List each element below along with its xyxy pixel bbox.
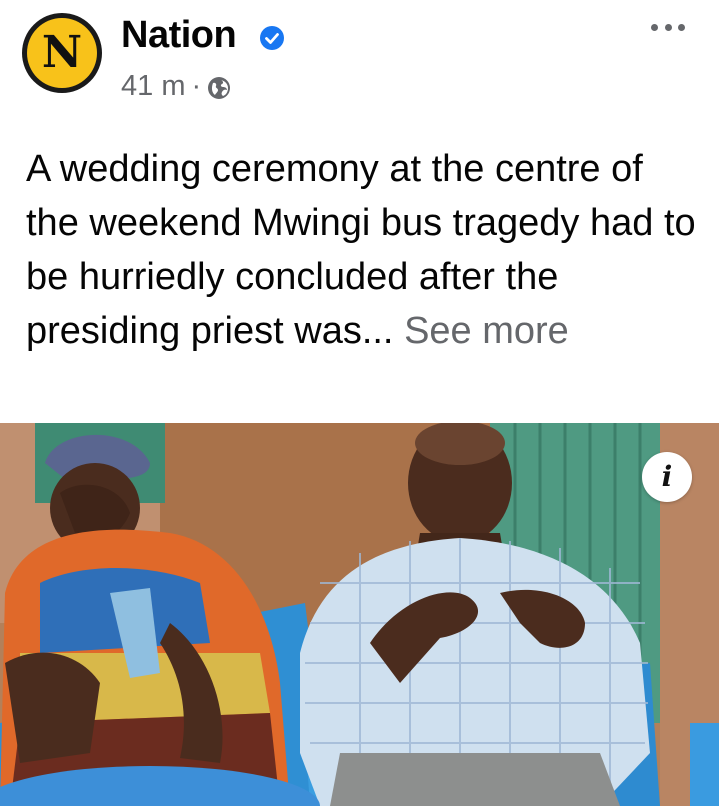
info-glyph: i <box>661 460 673 493</box>
verified-badge-icon <box>260 26 284 50</box>
more-dot <box>664 23 672 31</box>
post-timestamp[interactable]: 41 m <box>121 70 185 103</box>
avatar-logo: N <box>27 18 97 88</box>
post-caption: A wedding ceremony at the centre of the … <box>26 142 696 358</box>
more-options-icon[interactable] <box>651 20 685 34</box>
meta-separator: · <box>191 70 202 102</box>
more-dot <box>678 23 685 31</box>
page-name[interactable]: Nation <box>121 14 237 57</box>
globe-icon <box>208 76 231 99</box>
page-avatar[interactable]: N <box>22 13 102 93</box>
caption-text: A wedding ceremony at the centre of the … <box>26 148 696 352</box>
info-icon[interactable]: i <box>642 452 692 502</box>
see-more-link[interactable]: See more <box>404 310 569 352</box>
post-meta: 41 m · <box>121 70 231 103</box>
post-photo[interactable] <box>0 423 719 806</box>
avatar-letter: N <box>41 27 83 78</box>
more-dot <box>651 23 658 31</box>
